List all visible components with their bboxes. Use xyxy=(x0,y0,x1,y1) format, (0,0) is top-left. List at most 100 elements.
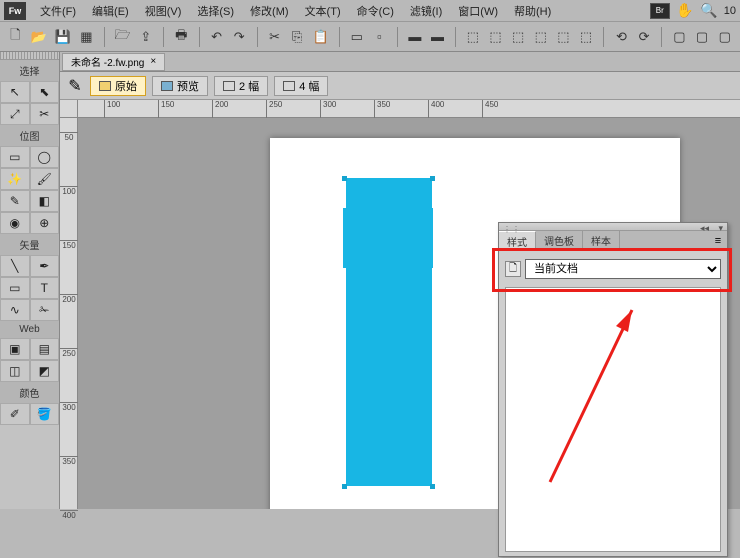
menu-text[interactable]: 文本(T) xyxy=(297,3,349,19)
menu-filters[interactable]: 滤镜(I) xyxy=(402,3,450,19)
selected-shape-extra[interactable] xyxy=(343,208,433,268)
scale-tool-icon[interactable]: ⤢ xyxy=(0,103,30,125)
menu-commands[interactable]: 命令(C) xyxy=(349,3,402,19)
menu-file[interactable]: 文件(F) xyxy=(32,3,84,19)
marquee-tool-icon[interactable]: ▭ xyxy=(0,146,30,168)
export-icon[interactable]: ⇪ xyxy=(139,27,154,47)
view-four-up[interactable]: 4 幅 xyxy=(274,76,328,96)
arrange6-icon[interactable]: ⬚ xyxy=(579,27,594,47)
view-preview[interactable]: 预览 xyxy=(152,76,208,96)
blur-tool-icon[interactable]: ◉ xyxy=(0,212,30,234)
tools-bitmap-header: 位图 xyxy=(0,125,59,146)
bucket-tool-icon[interactable]: 🪣 xyxy=(30,403,60,425)
save-icon[interactable]: 💾 xyxy=(55,27,71,47)
tools-vector-header: 矢量 xyxy=(0,234,59,255)
menu-edit[interactable]: 编辑(E) xyxy=(84,3,137,19)
arrange2-icon[interactable]: ⬚ xyxy=(488,27,503,47)
arrange3-icon[interactable]: ⬚ xyxy=(511,27,526,47)
tools-grip[interactable] xyxy=(0,52,59,60)
zoom-icon[interactable]: 🔍 xyxy=(700,2,718,20)
redo-icon[interactable]: ↷ xyxy=(232,27,247,47)
brush-tool-icon[interactable]: 🖌 xyxy=(30,168,60,190)
document-tab[interactable]: 未命名 -2.fw.png × xyxy=(62,53,165,71)
slice-tool-icon[interactable]: ▤ xyxy=(30,338,60,360)
crop-tool-icon[interactable]: ✂ xyxy=(30,103,60,125)
ruler-corner xyxy=(60,100,78,118)
styles-panel: ⋮⋮ ◂◂ ▾ 样式 调色板 样本 ≡ 🗋 当前文档 xyxy=(498,222,728,557)
subselect-tool-icon[interactable]: ⬉ xyxy=(30,81,60,103)
menu-view[interactable]: 视图(V) xyxy=(137,3,190,19)
main-toolbar: 🗋 📂 💾 ▦ 🗁 ⇪ 🖶 ↶ ↷ ✂ ⎘ 📋 ▭ ▫ ▬ ▬ ⬚ ⬚ ⬚ ⬚ … xyxy=(0,22,740,52)
rect-tool-icon[interactable]: ▭ xyxy=(0,277,30,299)
document-tab-label: 未命名 -2.fw.png xyxy=(71,54,144,69)
misc1-icon[interactable]: ▢ xyxy=(672,27,687,47)
misc2-icon[interactable]: ▢ xyxy=(695,27,710,47)
view-two-up[interactable]: 2 幅 xyxy=(214,76,268,96)
copy-icon[interactable]: ⎘ xyxy=(290,27,305,47)
line-tool-icon[interactable]: ╲ xyxy=(0,255,30,277)
app-logo: Fw xyxy=(4,2,26,20)
menu-select[interactable]: 选择(S) xyxy=(189,3,242,19)
panel-close-icon[interactable]: ▾ xyxy=(718,223,723,234)
cut-icon[interactable]: ✂ xyxy=(267,27,282,47)
pencil-tool-icon[interactable]: ✎ xyxy=(0,190,30,212)
paste-icon[interactable]: 📋 xyxy=(313,27,329,47)
zoom-value: 10 xyxy=(724,5,736,17)
panel-tabs: 样式 调色板 样本 ≡ xyxy=(499,231,727,251)
import-icon[interactable]: 🗁 xyxy=(114,27,130,47)
menubar: Fw 文件(F) 编辑(E) 视图(V) 选择(S) 修改(M) 文本(T) 命… xyxy=(0,0,740,22)
rotate2-icon[interactable]: ⟳ xyxy=(637,27,652,47)
show-slice-icon[interactable]: ◩ xyxy=(30,360,60,382)
hand-icon[interactable]: ✋ xyxy=(676,2,694,20)
doc-icon: 🗋 xyxy=(505,261,521,277)
panel-collapse-icon[interactable]: ◂◂ xyxy=(700,223,709,234)
ruler-horizontal: 100 150 200 250 300 350 400 450 xyxy=(78,100,740,118)
misc3-icon[interactable]: ▢ xyxy=(717,27,732,47)
menu-window[interactable]: 窗口(W) xyxy=(450,3,506,19)
lasso-tool-icon[interactable]: ◯ xyxy=(30,146,60,168)
tab-palette[interactable]: 调色板 xyxy=(536,231,583,250)
arrange4-icon[interactable]: ⬚ xyxy=(533,27,548,47)
freeform-tool-icon[interactable]: ∿ xyxy=(0,299,30,321)
align2-icon[interactable]: ▬ xyxy=(430,27,445,47)
align1-icon[interactable]: ▬ xyxy=(408,27,423,47)
panel-grip[interactable]: ⋮⋮ ◂◂ ▾ xyxy=(499,223,727,231)
arrange1-icon[interactable]: ⬚ xyxy=(466,27,481,47)
stamp-tool-icon[interactable]: ⊕ xyxy=(30,212,60,234)
document-tabs: 未命名 -2.fw.png × xyxy=(60,52,740,72)
style-source-dropdown[interactable]: 当前文档 xyxy=(525,259,721,279)
knife-tool-icon[interactable]: ✁ xyxy=(30,299,60,321)
tools-panel: 选择 ↖ ⬉ ⤢ ✂ 位图 ▭ ◯ ✨ 🖌 ✎ ◧ ◉ ⊕ 矢量 ╲ ✒ ▭ T… xyxy=(0,52,60,509)
menu-modify[interactable]: 修改(M) xyxy=(242,3,297,19)
ungroup-icon[interactable]: ▫ xyxy=(372,27,387,47)
pen-tool-icon[interactable]: ✒ xyxy=(30,255,60,277)
text-tool-icon[interactable]: T xyxy=(30,277,60,299)
tools-select-header: 选择 xyxy=(0,60,59,81)
bridge-badge[interactable]: Br xyxy=(650,3,670,19)
view-bar: ✎ 原始 预览 2 幅 4 幅 xyxy=(60,72,740,100)
menu-help[interactable]: 帮助(H) xyxy=(506,3,559,19)
open-icon[interactable]: 📂 xyxy=(31,27,47,47)
pointer-tool-icon[interactable]: ↖ xyxy=(0,81,30,103)
tab-swatches[interactable]: 样本 xyxy=(583,231,620,250)
tools-colors-header: 颜色 xyxy=(0,382,59,403)
grid-icon[interactable]: ▦ xyxy=(79,27,94,47)
pointer-icon: ✎ xyxy=(66,77,84,95)
view-original[interactable]: 原始 xyxy=(90,76,146,96)
rotate1-icon[interactable]: ⟲ xyxy=(614,27,629,47)
group-icon[interactable]: ▭ xyxy=(349,27,364,47)
wand-tool-icon[interactable]: ✨ xyxy=(0,168,30,190)
styles-list[interactable] xyxy=(505,287,721,552)
close-tab-icon[interactable]: × xyxy=(150,56,156,67)
eraser-tool-icon[interactable]: ◧ xyxy=(30,190,60,212)
tools-web-header: Web xyxy=(0,321,59,338)
undo-icon[interactable]: ↶ xyxy=(209,27,224,47)
eyedropper-tool-icon[interactable]: ✐ xyxy=(0,403,30,425)
print-icon[interactable]: 🖶 xyxy=(174,27,189,47)
new-icon[interactable]: 🗋 xyxy=(8,27,23,47)
hotspot-tool-icon[interactable]: ▣ xyxy=(0,338,30,360)
ruler-vertical: 50 100 150 200 250 300 350 400 xyxy=(60,118,78,509)
hide-slice-icon[interactable]: ◫ xyxy=(0,360,30,382)
arrange5-icon[interactable]: ⬚ xyxy=(556,27,571,47)
document-area: 未命名 -2.fw.png × ✎ 原始 预览 2 幅 4 幅 100 150 … xyxy=(60,52,740,509)
